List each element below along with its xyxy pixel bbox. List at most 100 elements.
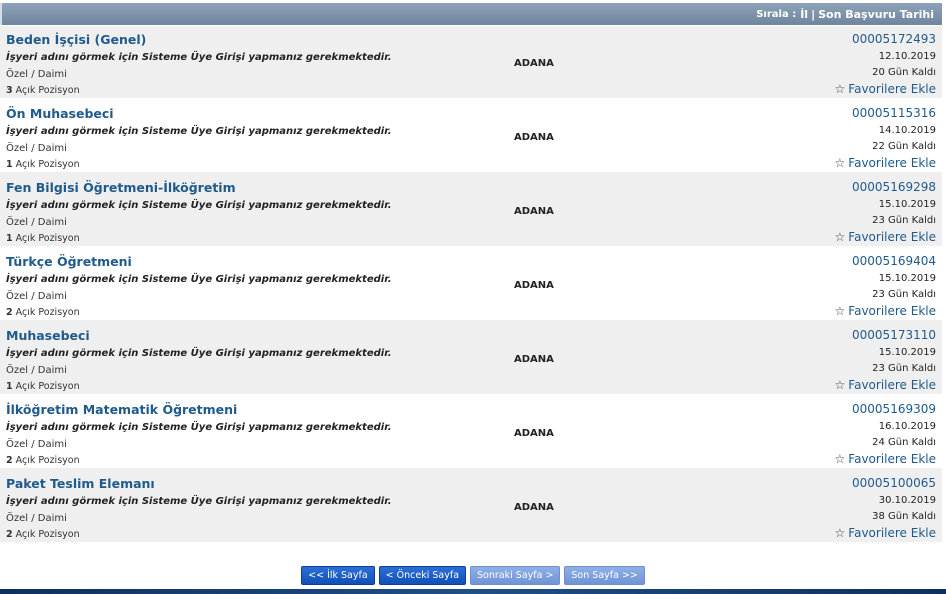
deadline-date: 12.10.2019 bbox=[878, 51, 936, 62]
job-title-link[interactable]: Muhasebeci bbox=[6, 328, 90, 343]
job-code-link[interactable]: 00005100065 bbox=[852, 476, 936, 490]
favorite-label: Favorilere Ekle bbox=[848, 526, 936, 540]
login-note: İşyeri adını görmek için Sisteme Üye Gir… bbox=[6, 422, 392, 433]
star-outline-icon: ☆ bbox=[834, 452, 846, 466]
favorite-label: Favorilere Ekle bbox=[848, 304, 936, 318]
open-positions: 2 Açık Pozisyon bbox=[6, 529, 80, 540]
deadline-date: 30.10.2019 bbox=[878, 495, 936, 506]
job-title-link[interactable]: Beden İşçisi (Genel) bbox=[6, 32, 146, 47]
days-left: 20 Gün Kaldı bbox=[872, 67, 936, 78]
list-item: Türkçe Öğretmeni İşyeri adını görmek içi… bbox=[0, 248, 942, 322]
job-title-link[interactable]: Fen Bilgisi Öğretmeni-İlköğretim bbox=[6, 180, 236, 195]
open-positions: 1 Açık Pozisyon bbox=[6, 159, 80, 170]
job-city: ADANA bbox=[514, 132, 554, 143]
list-item: Beden İşçisi (Genel) İşyeri adını görmek… bbox=[0, 26, 942, 100]
add-favorite-button[interactable]: ☆ Favorilere Ekle bbox=[835, 452, 936, 466]
favorite-label: Favorilere Ekle bbox=[848, 156, 936, 170]
job-title-link[interactable]: Paket Teslim Elemanı bbox=[6, 476, 155, 491]
star-outline-icon: ☆ bbox=[834, 304, 846, 318]
job-code-link[interactable]: 00005169404 bbox=[852, 254, 936, 268]
positions-label: Açık Pozisyon bbox=[15, 381, 80, 392]
add-favorite-button[interactable]: ☆ Favorilere Ekle bbox=[835, 156, 936, 170]
sort-by-il-link[interactable]: İl bbox=[800, 8, 808, 21]
positions-label: Açık Pozisyon bbox=[15, 455, 80, 466]
add-favorite-button[interactable]: ☆ Favorilere Ekle bbox=[835, 526, 936, 540]
deadline-date: 15.10.2019 bbox=[878, 199, 936, 210]
list-item: İlköğretim Matematik Öğretmeni İşyeri ad… bbox=[0, 396, 942, 470]
favorite-label: Favorilere Ekle bbox=[848, 82, 936, 96]
positions-label: Açık Pozisyon bbox=[15, 233, 80, 244]
positions-label: Açık Pozisyon bbox=[15, 159, 80, 170]
job-title-link[interactable]: Türkçe Öğretmeni bbox=[6, 254, 132, 269]
add-favorite-button[interactable]: ☆ Favorilere Ekle bbox=[835, 230, 936, 244]
open-positions: 1 Açık Pozisyon bbox=[6, 381, 80, 392]
favorite-label: Favorilere Ekle bbox=[848, 452, 936, 466]
job-type: Özel / Daimi bbox=[6, 291, 67, 302]
job-code-link[interactable]: 00005169298 bbox=[852, 180, 936, 194]
sort-label: Sırala : bbox=[756, 8, 797, 20]
days-left: 23 Gün Kaldı bbox=[872, 289, 936, 300]
login-note: İşyeri adını görmek için Sisteme Üye Gir… bbox=[6, 52, 392, 63]
sort-by-date-link[interactable]: Son Başvuru Tarihi bbox=[818, 8, 934, 21]
open-positions: 1 Açık Pozisyon bbox=[6, 233, 80, 244]
add-favorite-button[interactable]: ☆ Favorilere Ekle bbox=[835, 304, 936, 318]
positions-count: 2 bbox=[6, 307, 13, 318]
next-page-button[interactable]: Sonraki Sayfa > bbox=[470, 566, 561, 585]
days-left: 23 Gün Kaldı bbox=[872, 363, 936, 374]
deadline-date: 14.10.2019 bbox=[878, 125, 936, 136]
star-outline-icon: ☆ bbox=[834, 156, 846, 170]
add-favorite-button[interactable]: ☆ Favorilere Ekle bbox=[835, 378, 936, 392]
job-code-link[interactable]: 00005172493 bbox=[852, 32, 936, 46]
job-city: ADANA bbox=[514, 206, 554, 217]
positions-count: 2 bbox=[6, 455, 13, 466]
positions-label: Açık Pozisyon bbox=[15, 307, 80, 318]
sort-header: Sırala : İl | Son Başvuru Tarihi bbox=[0, 3, 942, 25]
bottom-bar bbox=[0, 589, 946, 594]
job-type: Özel / Daimi bbox=[6, 513, 67, 524]
list-item: Ön Muhasebeci İşyeri adını görmek için S… bbox=[0, 100, 942, 174]
job-city: ADANA bbox=[514, 354, 554, 365]
star-outline-icon: ☆ bbox=[834, 82, 846, 96]
job-type: Özel / Daimi bbox=[6, 365, 67, 376]
job-code-link[interactable]: 00005169309 bbox=[852, 402, 936, 416]
job-title-link[interactable]: Ön Muhasebeci bbox=[6, 106, 114, 121]
add-favorite-button[interactable]: ☆ Favorilere Ekle bbox=[835, 82, 936, 96]
list-item: Paket Teslim Elemanı İşyeri adını görmek… bbox=[0, 470, 942, 544]
login-note: İşyeri adını görmek için Sisteme Üye Gir… bbox=[6, 348, 392, 359]
job-listings-page: Sırala : İl | Son Başvuru Tarihi Beden İ… bbox=[0, 0, 946, 594]
positions-count: 1 bbox=[6, 159, 13, 170]
job-city: ADANA bbox=[514, 58, 554, 69]
favorite-label: Favorilere Ekle bbox=[848, 230, 936, 244]
list-item: Muhasebeci İşyeri adını görmek için Sist… bbox=[0, 322, 942, 396]
sort-separator: | bbox=[811, 7, 816, 21]
job-type: Özel / Daimi bbox=[6, 217, 67, 228]
job-list: Beden İşçisi (Genel) İşyeri adını görmek… bbox=[0, 26, 942, 544]
job-city: ADANA bbox=[514, 502, 554, 513]
positions-count: 1 bbox=[6, 381, 13, 392]
job-code-link[interactable]: 00005173110 bbox=[852, 328, 936, 342]
positions-label: Açık Pozisyon bbox=[15, 85, 80, 96]
first-page-button[interactable]: << İlk Sayfa bbox=[301, 566, 375, 585]
days-left: 38 Gün Kaldı bbox=[872, 511, 936, 522]
job-type: Özel / Daimi bbox=[6, 143, 67, 154]
open-positions: 3 Açık Pozisyon bbox=[6, 85, 80, 96]
deadline-date: 15.10.2019 bbox=[878, 347, 936, 358]
open-positions: 2 Açık Pozisyon bbox=[6, 307, 80, 318]
positions-label: Açık Pozisyon bbox=[15, 529, 80, 540]
days-left: 23 Gün Kaldı bbox=[872, 215, 936, 226]
star-outline-icon: ☆ bbox=[834, 378, 846, 392]
deadline-date: 15.10.2019 bbox=[878, 273, 936, 284]
last-page-button[interactable]: Son Sayfa >> bbox=[564, 566, 645, 585]
open-positions: 2 Açık Pozisyon bbox=[6, 455, 80, 466]
login-note: İşyeri adını görmek için Sisteme Üye Gir… bbox=[6, 274, 392, 285]
job-title-link[interactable]: İlköğretim Matematik Öğretmeni bbox=[6, 402, 237, 417]
job-type: Özel / Daimi bbox=[6, 69, 67, 80]
positions-count: 1 bbox=[6, 233, 13, 244]
job-type: Özel / Daimi bbox=[6, 439, 67, 450]
positions-count: 2 bbox=[6, 529, 13, 540]
previous-page-button[interactable]: < Önceki Sayfa bbox=[378, 566, 467, 585]
job-code-link[interactable]: 00005115316 bbox=[852, 106, 936, 120]
login-note: İşyeri adını görmek için Sisteme Üye Gir… bbox=[6, 200, 392, 211]
job-city: ADANA bbox=[514, 428, 554, 439]
star-outline-icon: ☆ bbox=[834, 526, 846, 540]
